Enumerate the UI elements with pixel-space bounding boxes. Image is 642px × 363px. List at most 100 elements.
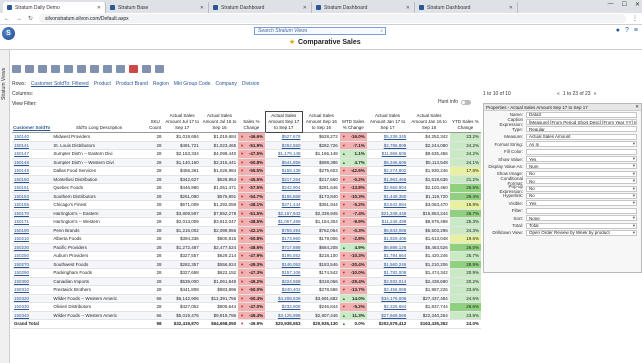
menu-icon[interactable]: ⋮ bbox=[632, 15, 638, 22]
cell-customer-code[interactable]: 150171 bbox=[12, 217, 52, 227]
columns-icon[interactable] bbox=[142, 64, 151, 73]
table-row[interactable]: 150230 Pacific Providers 28 $1,272,487 $2,47… bbox=[12, 243, 481, 252]
col-sales-sep16[interactable]: Actual Sales Amount Sep 16 to Sep 16 bbox=[302, 111, 340, 133]
layout-icon[interactable] bbox=[103, 64, 112, 73]
cell-customer-code[interactable]: 150210 bbox=[12, 234, 52, 244]
help-circle-icon[interactable] bbox=[155, 64, 164, 73]
cell-customer-code[interactable]: 150270 bbox=[12, 260, 52, 269]
reload-icon[interactable]: ↻ bbox=[28, 15, 33, 22]
cell-sales-sep17[interactable]: $527,678 bbox=[265, 132, 303, 142]
property-value-field[interactable]: Total bbox=[526, 222, 637, 229]
property-value-field[interactable]: [Measure] [From Period Short Desc] [From… bbox=[526, 119, 637, 126]
cell-sales-sep17[interactable]: $1,067,488 bbox=[265, 217, 303, 227]
cell-sales-jan17[interactable]: $1,784,664 bbox=[366, 251, 409, 261]
table-row[interactable]: 150147 Sumpter Dist'n -- Eastern Divi 28 $2… bbox=[12, 149, 481, 159]
col-ytd-pct-change[interactable]: YTD Sales % Change bbox=[449, 111, 481, 133]
tab-close-icon[interactable]: ✕ bbox=[509, 5, 513, 11]
help-icon[interactable]: ? bbox=[625, 27, 629, 34]
table-row[interactable]: 150149 Dallas Food Services 28 $456,361 $1,0… bbox=[12, 166, 481, 176]
col-sales-jan16-sep16[interactable]: Actual Sales Amount Jan 16 to Sep 16 bbox=[408, 111, 450, 133]
cell-sales-jan17[interactable]: $11,966,606 bbox=[366, 149, 409, 159]
property-value-field[interactable]: No bbox=[526, 192, 637, 199]
table-row[interactable]: 150155 Chicago's Finest 28 $671,009 $1,292,0… bbox=[12, 200, 481, 210]
stratum-views-side-tab[interactable]: Stratum Views bbox=[0, 50, 10, 363]
chip-division[interactable]: Division bbox=[242, 81, 260, 87]
cell-sales-jan17[interactable]: $1,782,008 bbox=[366, 268, 409, 278]
cell-customer-code[interactable]: 150150 bbox=[12, 175, 52, 184]
cell-sales-sep17[interactable]: $541,856 bbox=[265, 158, 303, 167]
cell-sales-jan17[interactable]: $1,449,380 bbox=[366, 192, 409, 201]
tab-close-icon[interactable]: ✕ bbox=[200, 5, 204, 11]
table-row[interactable]: 150290 Packingham Foods 28 $327,658 $622,152… bbox=[12, 268, 481, 278]
filter-icon[interactable] bbox=[129, 64, 138, 73]
cell-customer-code[interactable]: 150250 bbox=[12, 251, 52, 261]
cell-sales-jan17[interactable]: $6,843,086 bbox=[366, 226, 409, 235]
cell-sales-sep17[interactable]: $717,888 bbox=[265, 243, 303, 252]
cell-sales-jan17[interactable]: $6,886,126 bbox=[366, 243, 409, 252]
property-value-field[interactable]: Yes bbox=[526, 156, 637, 163]
table-row[interactable]: 150330 Olivieri Distributors 28 $427,052 $80… bbox=[12, 302, 481, 312]
property-value-field[interactable] bbox=[526, 148, 637, 155]
cell-sales-jan17[interactable]: $21,348,448 bbox=[366, 209, 409, 218]
favorite-star-icon[interactable]: ★ bbox=[289, 38, 295, 46]
email-icon[interactable] bbox=[38, 64, 47, 73]
chip-product[interactable]: Product bbox=[94, 81, 111, 87]
col-sales-sep17[interactable]: Actual Sales Amount Sep 17 to Sep 17 bbox=[264, 111, 303, 133]
cell-sales-sep17[interactable]: $3,125,988 bbox=[265, 311, 303, 320]
cell-sales-jan17[interactable]: $11,246,498 bbox=[366, 217, 409, 227]
cell-customer-code[interactable]: 150230 bbox=[12, 243, 52, 252]
cell-sales-sep17[interactable]: $155,868 bbox=[265, 192, 303, 201]
cell-sales-sep17[interactable]: $1,179,148 bbox=[265, 149, 303, 159]
col-sales-jan17-sep17[interactable]: Actual Sales Amount Jan 17 to Sep 17 bbox=[366, 111, 409, 133]
cell-customer-code[interactable]: 150155 bbox=[12, 200, 52, 210]
cell-customer-code[interactable]: 150151 bbox=[12, 183, 52, 193]
chip-product-brand[interactable]: Product Brand bbox=[116, 81, 148, 87]
table-row[interactable]: 150171 Harrington's -- Western 28 $2,013,00… bbox=[12, 217, 481, 227]
table-row[interactable]: 150170 Harrington's -- Eastern 28 $3,809,59… bbox=[12, 209, 481, 218]
table-row[interactable]: 150310 Prestwick Brothers 28 $441,808 $883,8… bbox=[12, 285, 481, 295]
chip-mkt-group-code[interactable]: Mkt Group Code bbox=[174, 81, 211, 87]
cell-sales-sep17[interactable]: $173,960 bbox=[265, 234, 303, 244]
table-row[interactable]: 150141 St. Louis Distributors 28 $491,721 $1… bbox=[12, 141, 481, 150]
cell-sales-sep17[interactable]: $217,264 bbox=[265, 175, 303, 184]
browser-tab[interactable]: Stratum Dashboard ✕ bbox=[209, 2, 312, 13]
cell-sales-sep17[interactable]: $759,494 bbox=[265, 226, 303, 235]
property-value-field[interactable]: No bbox=[526, 185, 637, 192]
cell-customer-code[interactable]: 150170 bbox=[12, 209, 52, 218]
cell-sales-sep17[interactable]: $262,550 bbox=[265, 141, 303, 150]
col-sales-jul16-sep16[interactable]: Actual Sales Amount Jul 16 to Sep 16 bbox=[200, 111, 239, 133]
chart-icon[interactable] bbox=[77, 64, 86, 73]
cell-customer-code[interactable]: 150330 bbox=[12, 302, 52, 312]
col-sales-pct-change[interactable]: Sales % Change bbox=[238, 111, 266, 133]
save-icon[interactable] bbox=[12, 64, 21, 73]
property-value-field[interactable]: Open Order Review by Week by product bbox=[526, 229, 637, 236]
search-icon[interactable]: ⌕ bbox=[380, 28, 383, 34]
table-row[interactable]: 150148 Sumpter Dist'n -- Western Divi 28 $1… bbox=[12, 158, 481, 167]
cell-customer-code[interactable]: 150141 bbox=[12, 141, 52, 150]
hamburger-icon[interactable]: ≡ bbox=[634, 27, 638, 34]
browser-tab[interactable]: Stratum Daily Demo ✕ bbox=[3, 2, 106, 13]
cell-customer-code[interactable]: 150300 bbox=[12, 277, 52, 286]
tab-close-icon[interactable]: ✕ bbox=[406, 5, 410, 11]
cell-customer-code[interactable]: 150149 bbox=[12, 166, 52, 176]
tab-close-icon[interactable]: ✕ bbox=[97, 5, 101, 11]
property-value-field[interactable]: Actual Sales Amount bbox=[526, 133, 637, 140]
cell-customer-code[interactable]: 150140 bbox=[12, 132, 52, 142]
cell-sales-jan17[interactable]: $2,325,684 bbox=[366, 302, 409, 312]
browser-tab[interactable]: Stratum Base ✕ bbox=[106, 2, 209, 13]
cell-customer-code[interactable]: 150153 bbox=[12, 192, 52, 201]
table-row[interactable]: 150340 Wilder Foods -- Western Americ 66 $5… bbox=[12, 311, 481, 320]
property-value-field[interactable]: Num bbox=[526, 163, 637, 170]
table-row[interactable]: 150153 Southern Distributors 28 $261,080 $57… bbox=[12, 192, 481, 201]
table-row[interactable]: 150320 Wilder Foods -- Western Americ 66 $6… bbox=[12, 294, 481, 303]
grid-icon[interactable] bbox=[90, 64, 99, 73]
hunt-info-toggle[interactable] bbox=[461, 99, 472, 105]
close-icon[interactable]: ✕ bbox=[635, 1, 640, 8]
cell-customer-code[interactable]: 150310 bbox=[12, 285, 52, 295]
property-value-field[interactable]: None bbox=[526, 215, 637, 222]
cell-customer-code[interactable]: 150320 bbox=[12, 294, 52, 303]
tab-close-icon[interactable]: ✕ bbox=[303, 5, 307, 11]
cell-sales-jan17[interactable]: $2,274,802 bbox=[366, 166, 409, 176]
cell-sales-sep17[interactable]: $242,904 bbox=[265, 183, 303, 193]
cell-sales-sep17[interactable]: $233,908 bbox=[265, 302, 303, 312]
